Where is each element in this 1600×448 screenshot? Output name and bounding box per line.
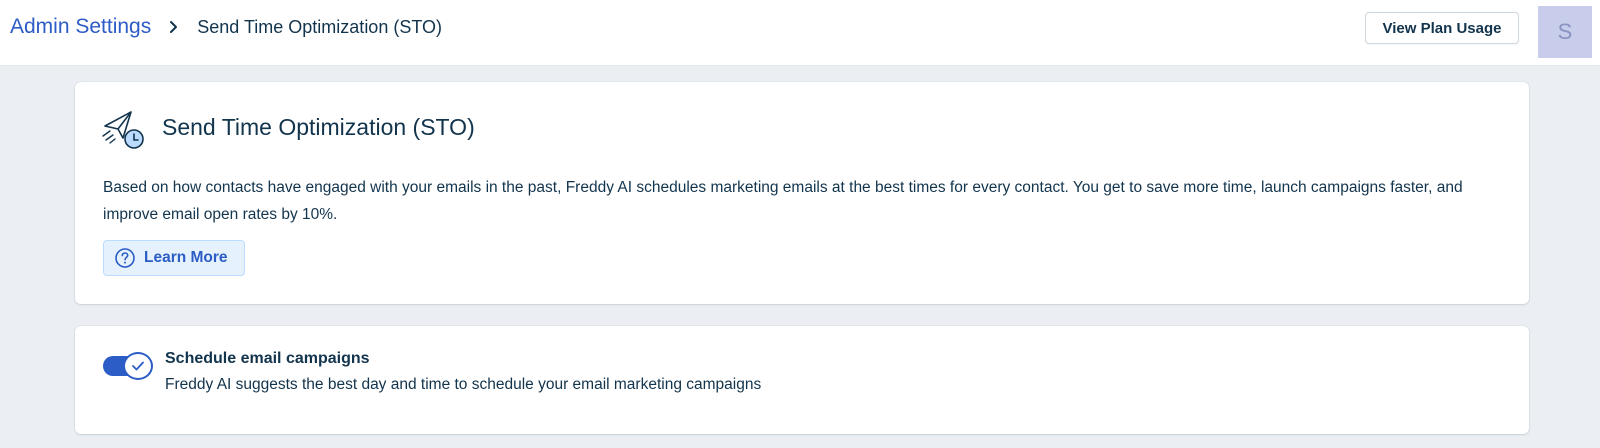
chevron-right-icon [165,18,183,36]
setting-description: Freddy AI suggests the best day and time… [165,376,762,393]
top-header: Admin Settings Send Time Optimization (S… [0,0,1600,66]
toggle-knob [123,352,153,380]
sto-info-card: Send Time Optimization (STO) Based on ho… [75,82,1529,304]
card-description: Based on how contacts have engaged with … [103,179,1463,223]
schedule-setting-card: Schedule email campaigns Freddy AI sugge… [75,326,1529,434]
breadcrumb: Admin Settings Send Time Optimization (S… [10,12,442,42]
learn-more-button[interactable]: Learn More [103,240,245,276]
setting-title: Schedule email campaigns [165,350,370,367]
checkmark-icon [132,361,144,371]
breadcrumb-admin-settings-link[interactable]: Admin Settings [10,15,151,39]
card-title: Send Time Optimization (STO) [162,114,475,140]
paper-plane-clock-icon [102,111,144,149]
avatar[interactable]: S [1538,6,1592,58]
schedule-campaigns-toggle[interactable] [103,352,153,380]
view-plan-usage-button[interactable]: View Plan Usage [1365,12,1519,44]
learn-more-label: Learn More [144,249,228,266]
breadcrumb-current-page: Send Time Optimization (STO) [197,16,442,37]
question-circle-icon [115,248,135,268]
